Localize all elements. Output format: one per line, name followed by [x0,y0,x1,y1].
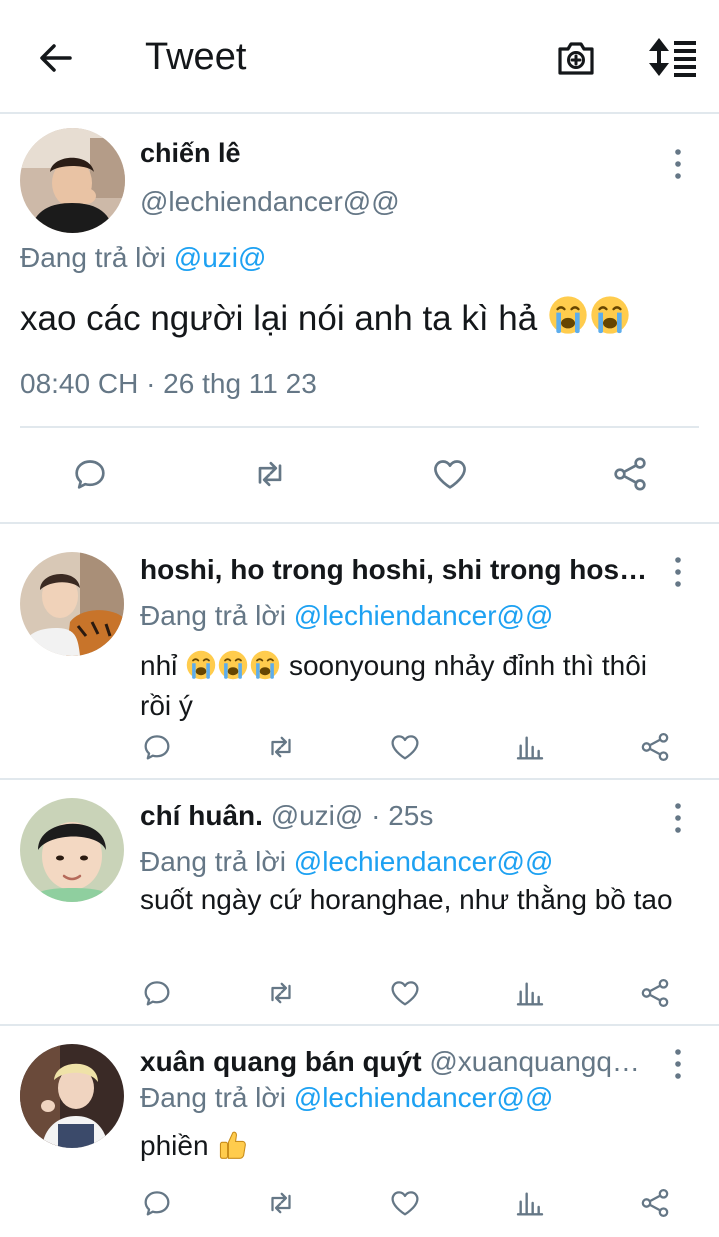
tweet-text: suốt ngày cứ horanghae, như thằng bồ tao [140,884,673,915]
author-name[interactable]: xuân quang bán quýt [140,1046,422,1077]
crying-face-icon [185,649,217,681]
retweet-icon[interactable] [263,730,299,764]
share-icon[interactable] [638,1186,672,1220]
page-title: Tweet [145,36,247,78]
replying-to: Đang trả lời @lechiendancer@@ [140,846,553,878]
replying-to-label: Đang trả lời [140,1082,286,1113]
main-tweet: chiến lê @lechiendancer@@ Đang trả lời @… [0,116,719,524]
heart-icon[interactable] [388,730,422,764]
tweet-timestamp[interactable]: 08:40 CH · 26 thg 11 23 [20,368,317,400]
reply-header: chí huân. @uzi@ · 25s [140,800,652,832]
sort-icon [649,38,696,77]
avatar-photo-icon [20,1044,124,1148]
reply-icon[interactable] [140,1186,174,1220]
reply-icon[interactable] [70,454,110,494]
back-button[interactable] [34,36,78,80]
sort-button[interactable] [646,35,698,79]
replying-to-label: Đang trả lời [20,242,166,273]
avatar[interactable] [20,128,125,233]
author-name[interactable]: chiến lê [140,138,241,169]
more-options-icon[interactable] [666,554,690,590]
camera-plus-icon [558,42,594,75]
replying-to: Đang trả lời @uzi@ [20,242,266,274]
avatar[interactable] [20,798,124,902]
author-name[interactable]: chí huân. [140,800,263,831]
share-icon[interactable] [610,454,650,494]
author-handle[interactable]: @xuanquangq… [429,1046,640,1077]
share-icon[interactable] [638,730,672,764]
crying-face-icon [217,649,249,681]
replying-to-link[interactable]: @lechiendancer@@ [294,1082,554,1113]
replying-to: Đang trả lời @lechiendancer@@ [140,600,553,632]
avatar[interactable] [20,1044,124,1148]
author-handle[interactable]: @uzi@ · 25s [271,800,434,831]
more-options-icon[interactable] [666,800,690,836]
crying-face-icon [547,294,589,336]
reply-tweet[interactable]: xuân quang bán quýt @xuanquangq… Đang tr… [0,1028,719,1237]
camera-button[interactable] [554,35,598,79]
author-name[interactable]: hoshi, ho trong hoshi, shi trong hos… [140,554,647,585]
reply-tweet[interactable]: chí huân. @uzi@ · 25s Đang trả lời @lech… [0,782,719,1026]
replying-to-label: Đang trả lời [140,846,286,877]
reply-icon[interactable] [140,730,174,764]
top-app-bar: Tweet [0,0,719,114]
replying-to-label: Đang trả lời [140,600,286,631]
stats-icon[interactable] [514,976,546,1010]
more-options-icon[interactable] [666,1046,690,1082]
tweet-text: xao các người lại nói anh ta kì hả [20,294,631,339]
share-icon[interactable] [638,976,672,1010]
divider [20,426,699,428]
arrow-left-icon [40,44,72,72]
stats-icon[interactable] [514,1186,546,1220]
crying-face-icon [589,294,631,336]
retweet-icon[interactable] [263,1186,299,1220]
thumbs-up-icon [216,1129,248,1161]
replying-to-link[interactable]: @lechiendancer@@ [294,846,554,877]
retweet-icon[interactable] [248,454,292,494]
reply-header: xuân quang bán quýt @xuanquangq… [140,1046,652,1078]
stats-icon[interactable] [514,730,546,764]
replying-to: Đang trả lời @lechiendancer@@ [140,1082,553,1114]
replying-to-link[interactable]: @uzi@ [174,242,267,273]
avatar-photo-icon [20,798,124,902]
replying-to-link[interactable]: @lechiendancer@@ [294,600,554,631]
author-handle[interactable]: @lechiendancer@@ [140,186,400,218]
crying-face-icon [249,649,281,681]
avatar-photo-icon [20,552,124,656]
retweet-icon[interactable] [263,976,299,1010]
tweet-text: phiền [140,1126,680,1166]
heart-icon[interactable] [388,976,422,1010]
tweet-text-body: nhỉ [140,650,178,681]
more-options-icon[interactable] [666,146,690,182]
heart-icon[interactable] [429,454,471,494]
heart-icon[interactable] [388,1186,422,1220]
avatar-photo-icon [20,128,125,233]
reply-header: hoshi, ho trong hoshi, shi trong hos… [140,554,652,586]
tweet-text: nhỉ soonyoung nhảy đỉnh thì thôi rồi ý [140,646,680,726]
reply-icon[interactable] [140,976,174,1010]
avatar[interactable] [20,552,124,656]
tweet-text-body: xao các người lại nói anh ta kì hả [20,299,538,338]
reply-tweet[interactable]: hoshi, ho trong hoshi, shi trong hos… Đa… [0,526,719,780]
tweet-text-body: phiền [140,1130,209,1161]
